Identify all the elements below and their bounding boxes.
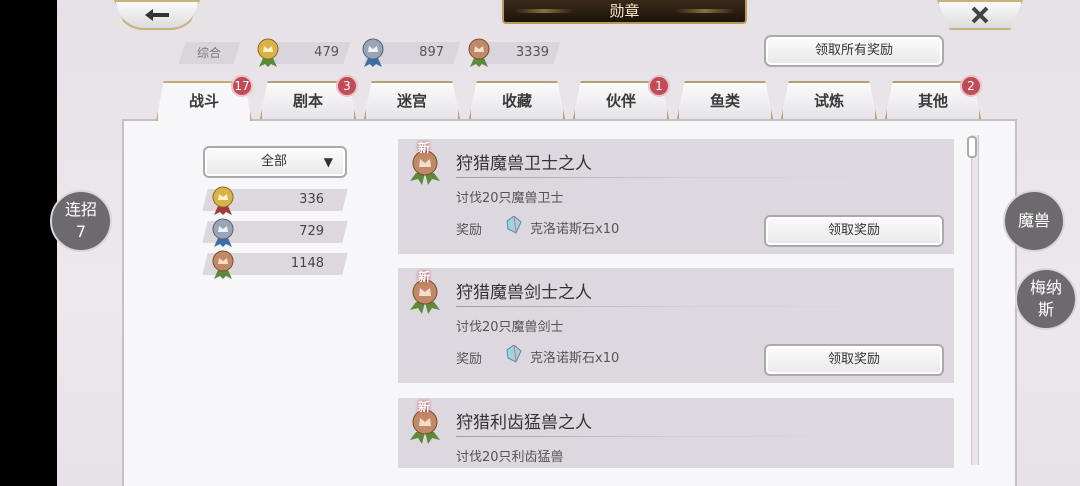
tab-labyrinth[interactable]: 迷宫 (364, 81, 460, 119)
summary-label: 综合 (197, 46, 222, 60)
summary-bronze-count: 3339 (515, 45, 549, 60)
stat-silver-count: 729 (299, 224, 324, 239)
summary-silver-count: 897 (419, 45, 444, 60)
filter-dropdown[interactable]: 全部 ▼ (203, 146, 347, 178)
achievement-card: 新 狩猎魔兽剑士之人 讨伐20只魔兽剑士 奖励 克洛诺斯石x10 领取奖励 (398, 268, 954, 383)
page-title: 勋章 (502, 0, 747, 24)
monster-button[interactable]: 魔兽 (1003, 190, 1065, 252)
tab-battle-badge: 17 (231, 75, 253, 97)
scrollbar-thumb[interactable] (967, 136, 977, 158)
close-button[interactable] (937, 0, 1023, 30)
combo-count: 7 (75, 222, 87, 241)
gold-medal-icon (212, 186, 234, 215)
claim-reward-button[interactable]: 领取奖励 (764, 215, 944, 247)
bronze-medal-icon (468, 38, 490, 67)
reward-text: 克洛诺斯石x10 (530, 351, 620, 366)
silver-medal-icon (212, 218, 234, 247)
menas-label-1: 梅纳 (1029, 278, 1062, 297)
tab-fish[interactable]: 鱼类 (677, 81, 773, 119)
menas-button[interactable]: 梅纳斯 (1015, 268, 1077, 330)
medal-screen: 勋章 综合 479 897 3339 领取所有奖励 战斗 剧本 迷宫 收藏 伙伴… (57, 0, 1080, 486)
reward-label: 奖励 (456, 223, 483, 238)
back-arrow-icon (145, 9, 169, 21)
claim-all-button[interactable]: 领取所有奖励 (764, 35, 944, 67)
card-description: 讨伐20只魔兽卫士 (456, 191, 564, 206)
bronze-medal-icon (212, 250, 234, 279)
reward-text: 克洛诺斯石x10 (530, 222, 620, 237)
menas-label-2: 斯 (1037, 300, 1054, 319)
gold-medal-icon (257, 38, 279, 67)
achievement-card: 新 狩猎魔兽卫士之人 讨伐20只魔兽卫士 奖励 克洛诺斯石x10 领取奖励 (398, 139, 954, 254)
tab-other-badge: 2 (960, 75, 982, 97)
tab-collection[interactable]: 收藏 (469, 81, 565, 119)
new-tag: 新 (418, 270, 431, 284)
monster-label: 魔兽 (1017, 211, 1050, 230)
tab-partner-badge: 1 (648, 75, 670, 97)
tab-trial[interactable]: 试炼 (781, 81, 877, 119)
divider (456, 306, 936, 307)
reward-label: 奖励 (456, 352, 483, 367)
summary-gold-count: 479 (314, 45, 339, 60)
card-description: 讨伐20只利齿猛兽 (456, 450, 564, 465)
card-description: 讨伐20只魔兽剑士 (456, 320, 564, 335)
tab-script-badge: 3 (336, 75, 358, 97)
crystal-icon (506, 345, 522, 363)
combo-label: 连招 (64, 200, 97, 219)
scrollbar-track[interactable] (971, 135, 979, 465)
divider (456, 436, 936, 437)
crystal-icon (506, 216, 522, 234)
new-tag: 新 (418, 141, 431, 155)
stat-gold-count: 336 (299, 192, 324, 207)
claim-reward-button[interactable]: 领取奖励 (764, 344, 944, 376)
achievement-card: 新 狩猎利齿猛兽之人 讨伐20只利齿猛兽 (398, 398, 954, 468)
silver-medal-icon (362, 38, 384, 67)
divider (456, 177, 936, 178)
filter-value: 全部 (261, 154, 288, 169)
dropdown-arrow-icon: ▼ (323, 155, 333, 169)
combo-button[interactable]: 连招 7 (50, 190, 112, 252)
stat-bronze-count: 1148 (290, 256, 324, 271)
card-title: 狩猎魔兽卫士之人 (456, 154, 592, 174)
card-title: 狩猎魔兽剑士之人 (456, 283, 592, 303)
new-tag: 新 (418, 400, 431, 414)
card-title: 狩猎利齿猛兽之人 (456, 413, 592, 433)
close-icon (971, 6, 989, 24)
back-button[interactable] (114, 0, 200, 30)
